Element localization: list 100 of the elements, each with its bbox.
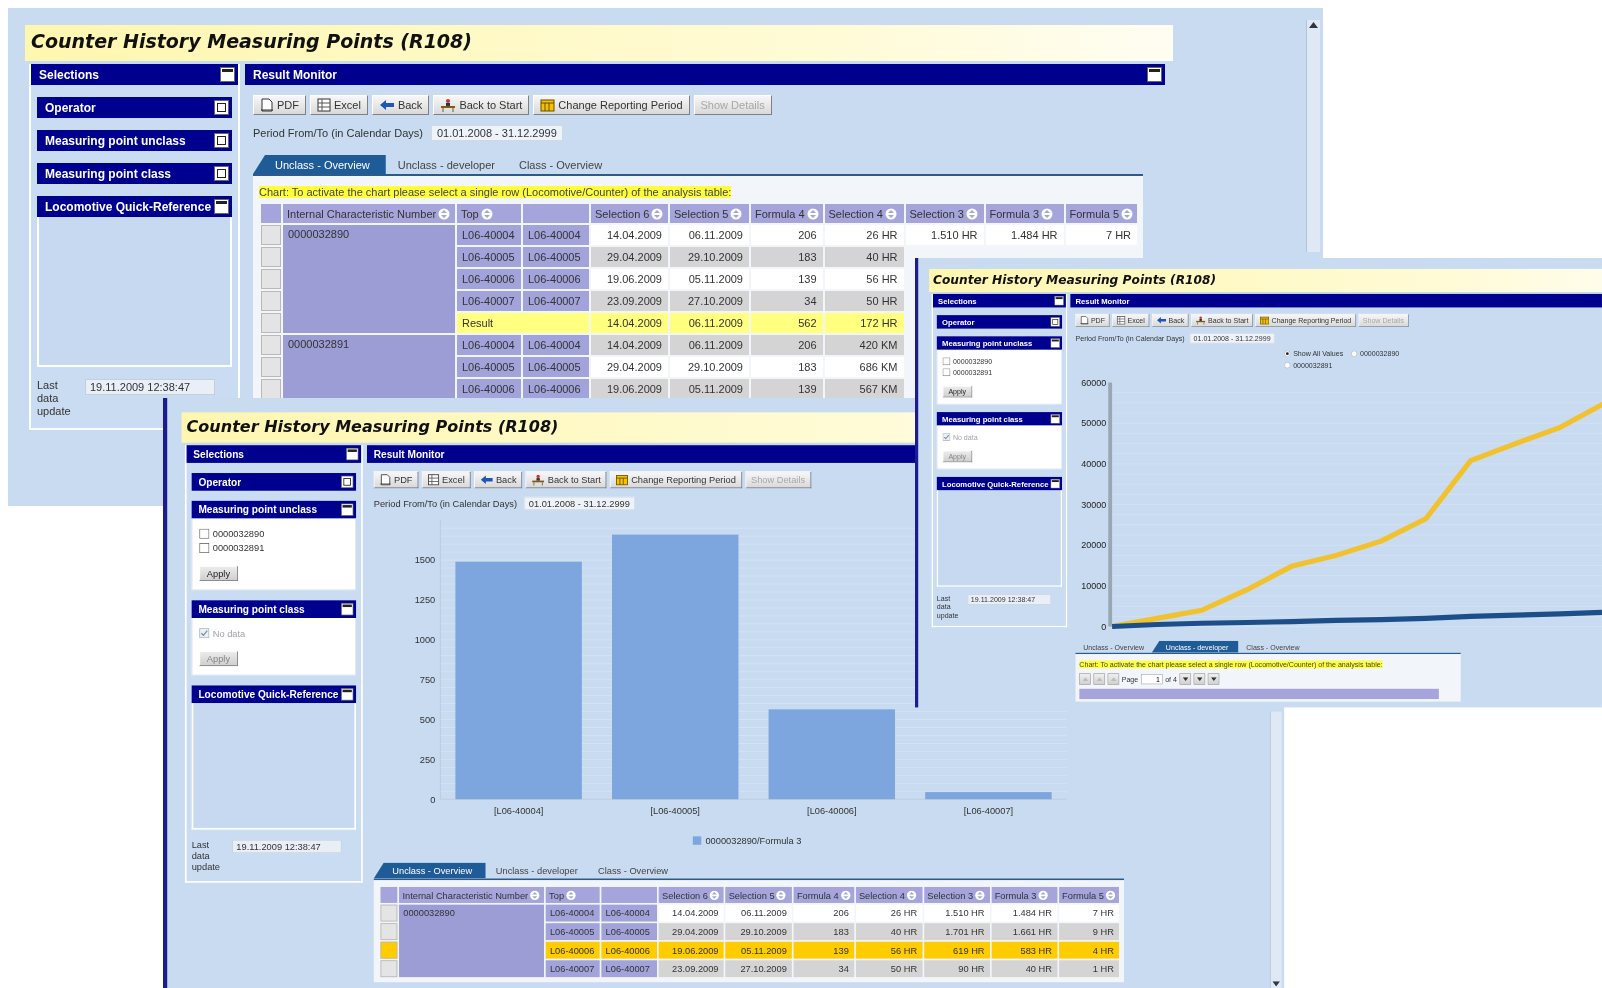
collapse-icon[interactable]	[340, 688, 354, 701]
caret-up-icon[interactable]	[1309, 22, 1318, 28]
expand-icon[interactable]	[340, 475, 354, 489]
column-header[interactable]: Formula 4	[751, 204, 823, 223]
toolbar-button[interactable]: Back to Start	[433, 95, 530, 115]
collapse-icon[interactable]	[1050, 414, 1061, 424]
row-selector[interactable]	[380, 960, 398, 978]
row-selector[interactable]	[261, 357, 281, 377]
collapse-icon[interactable]	[1147, 67, 1162, 82]
column-header[interactable]: Selection 5	[725, 886, 792, 903]
section-header[interactable]: Measuring point class	[37, 163, 232, 184]
tab[interactable]: Class - Overview	[587, 862, 679, 879]
scrollbar[interactable]	[1306, 20, 1320, 252]
sort-icon[interactable]	[480, 207, 493, 220]
toolbar-button[interactable]: Excel	[421, 471, 471, 489]
sort-icon[interactable]	[884, 207, 897, 220]
section-header[interactable]: Locomotive Quick-Reference	[37, 196, 232, 217]
row-selector[interactable]	[261, 269, 281, 289]
section-header[interactable]: Operator	[191, 473, 357, 491]
sort-icon[interactable]	[730, 207, 743, 220]
bar[interactable]	[768, 709, 896, 800]
row-selector[interactable]	[261, 225, 281, 245]
pager-button[interactable]	[1193, 673, 1206, 685]
sort-icon[interactable]	[709, 889, 720, 900]
expand-icon[interactable]	[1050, 317, 1061, 327]
collapse-icon[interactable]	[220, 67, 235, 82]
column-header[interactable]: Selection 4	[855, 886, 923, 903]
section-header[interactable]: Measuring point unclass	[191, 500, 357, 519]
section-header[interactable]: Measuring point class	[191, 600, 357, 618]
collapse-icon[interactable]	[214, 199, 229, 214]
column-header[interactable]: Top	[545, 886, 600, 903]
pager-button[interactable]	[1207, 673, 1220, 685]
expand-icon[interactable]	[214, 166, 229, 181]
column-header[interactable]: Formula 3	[991, 886, 1058, 903]
checkbox[interactable]	[942, 357, 951, 366]
radio-button[interactable]	[1284, 362, 1291, 369]
sort-icon[interactable]	[529, 889, 540, 900]
sort-icon[interactable]	[565, 889, 576, 900]
collapse-icon[interactable]	[1050, 338, 1061, 348]
toolbar-button[interactable]: PDF	[253, 95, 306, 115]
checkbox[interactable]	[942, 368, 951, 377]
row-selector[interactable]	[261, 247, 281, 267]
sort-icon[interactable]	[806, 207, 819, 220]
collapse-icon[interactable]	[345, 447, 359, 461]
sort-icon[interactable]	[1121, 207, 1134, 220]
sort-icon[interactable]	[965, 207, 978, 220]
column-header[interactable]: Selection 5	[670, 204, 749, 223]
tab[interactable]: Unclass - Overview	[373, 862, 486, 879]
tab[interactable]: Unclass - Overview	[253, 155, 386, 174]
sort-icon[interactable]	[974, 889, 985, 900]
column-header[interactable]: Selection 6	[591, 204, 668, 223]
row-selector[interactable]	[380, 923, 398, 941]
column-header[interactable]: Formula 4	[793, 886, 854, 903]
toolbar-button[interactable]: Change Reporting Period	[610, 471, 742, 489]
toolbar-button[interactable]: PDF	[373, 471, 419, 489]
row-selector[interactable]	[380, 904, 398, 922]
checkbox[interactable]	[199, 543, 210, 554]
caret-down-icon[interactable]	[1272, 981, 1280, 987]
tab[interactable]: Class - Overview	[506, 155, 615, 174]
column-header[interactable]: Formula 5	[1058, 886, 1119, 903]
row-selector[interactable]	[380, 941, 398, 959]
apply-button[interactable]: Apply	[199, 565, 238, 581]
sort-icon[interactable]	[776, 889, 787, 900]
section-header[interactable]: Locomotive Quick-Reference	[191, 685, 357, 704]
sort-icon[interactable]	[651, 207, 664, 220]
collapse-icon[interactable]	[340, 602, 354, 616]
toolbar-button[interactable]: Back	[371, 95, 430, 115]
scrollbar[interactable]	[1269, 711, 1282, 988]
toolbar-button[interactable]: Excel	[310, 95, 368, 115]
section-header[interactable]: Measuring point unclass	[37, 130, 232, 151]
row-selector[interactable]	[261, 379, 281, 399]
column-header[interactable]: Internal Characteristic Number	[399, 886, 545, 903]
column-header[interactable]: Selection 3	[923, 886, 990, 903]
toolbar-button[interactable]: Back to Start	[525, 471, 607, 489]
row-selector[interactable]	[261, 291, 281, 311]
sort-icon[interactable]	[840, 889, 851, 900]
sort-icon[interactable]	[1105, 889, 1116, 900]
collapse-icon[interactable]	[1050, 478, 1061, 489]
collapse-icon[interactable]	[340, 503, 354, 516]
pager-button[interactable]	[1179, 673, 1192, 685]
tab[interactable]: Unclass - developer	[485, 862, 588, 879]
column-header[interactable]: Selection 3	[905, 204, 984, 223]
sort-icon[interactable]	[1041, 207, 1054, 220]
radio-button[interactable]	[1284, 350, 1291, 357]
column-header[interactable]: Selection 6	[658, 886, 724, 903]
toolbar-button[interactable]: Back	[474, 471, 523, 489]
bar[interactable]	[925, 792, 1052, 800]
toolbar-button[interactable]: Change Reporting Period	[533, 95, 690, 115]
tab[interactable]: Unclass - developer	[385, 155, 507, 174]
section-header[interactable]: Operator	[37, 97, 232, 118]
expand-icon[interactable]	[214, 133, 229, 148]
expand-icon[interactable]	[214, 100, 229, 115]
sort-icon[interactable]	[1038, 889, 1049, 900]
row-selector[interactable]	[261, 335, 281, 355]
sort-icon[interactable]	[438, 207, 451, 220]
sort-icon[interactable]	[906, 889, 917, 900]
column-header[interactable]: Selection 4	[824, 204, 904, 223]
column-header[interactable]: Formula 3	[985, 204, 1064, 223]
checkbox[interactable]	[199, 528, 210, 539]
column-header[interactable]: Top	[457, 204, 521, 223]
